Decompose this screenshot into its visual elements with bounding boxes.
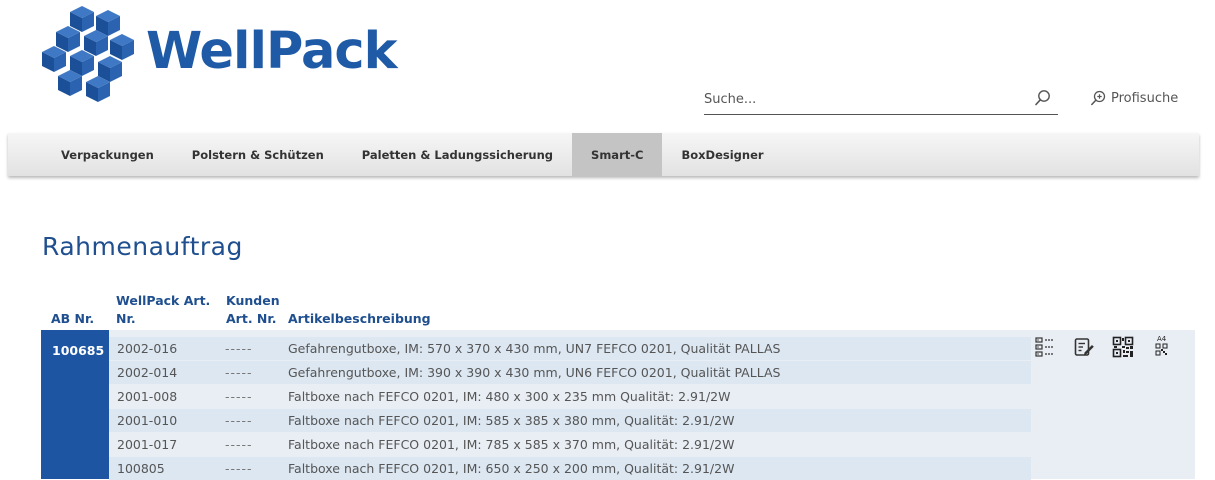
description-cell: Faltboxe nach FEFCO 0201, IM: 585 x 385 …: [288, 413, 735, 428]
a4-label: A4: [1157, 335, 1167, 343]
header-kunden-line1: Kunden: [226, 293, 280, 308]
table-row[interactable]: 2001-010 ----- Faltboxe nach FEFCO 0201,…: [109, 409, 1031, 432]
barcode-list-icon: [1035, 337, 1054, 357]
art-nr-cell: 100805: [117, 461, 165, 476]
qr-code-button[interactable]: [1110, 334, 1136, 360]
a4-qr-code-button[interactable]: A4: [1149, 334, 1175, 360]
search-icon[interactable]: [1034, 89, 1052, 107]
header-kunden-line2: Art. Nr.: [226, 311, 277, 326]
table-row[interactable]: 2002-014 ----- Gefahrengutboxe, IM: 390 …: [109, 361, 1031, 384]
art-nr-cell: 2002-016: [117, 341, 178, 356]
description-cell: Faltboxe nach FEFCO 0201, IM: 650 x 250 …: [288, 461, 735, 476]
art-nr-cell: 2001-010: [117, 413, 178, 428]
description-cell: Gefahrengutboxe, IM: 570 x 370 x 430 mm,…: [288, 341, 781, 356]
description-cell: Gefahrengutboxe, IM: 390 x 390 x 430 mm,…: [288, 365, 781, 380]
page-title: Rahmenauftrag: [42, 232, 243, 261]
header-wellpack-art-line1: WellPack Art.: [116, 293, 211, 308]
order-table: 100685 2002-016 ----- Gefahrengutboxe, I…: [41, 330, 1195, 480]
qr-code-icon: [1112, 336, 1134, 358]
wellpack-logo[interactable]: WellPack: [40, 6, 410, 106]
header-artikelbeschreibung: Artikelbeschreibung: [288, 311, 431, 326]
table-row[interactable]: 2001-008 ----- Faltboxe nach FEFCO 0201,…: [109, 385, 1031, 408]
kunden-art-nr-cell: -----: [225, 437, 253, 452]
kunden-art-nr-cell: -----: [225, 341, 253, 356]
profisuche-link[interactable]: Profisuche: [1090, 90, 1178, 106]
nav-item-boxdesigner[interactable]: BoxDesigner: [662, 133, 782, 176]
edit-document-button[interactable]: [1071, 334, 1097, 360]
table-row[interactable]: 2002-016 ----- Gefahrengutboxe, IM: 570 …: [109, 337, 1031, 360]
table-row[interactable]: 2001-017 ----- Faltboxe nach FEFCO 0201,…: [109, 433, 1031, 456]
main-navigation: Verpackungen Polstern & Schützen Palette…: [8, 133, 1199, 176]
barcode-list-button[interactable]: [1032, 334, 1058, 360]
search-bar: [704, 84, 1058, 115]
a4-qr-code-icon: A4: [1155, 335, 1168, 356]
edit-document-icon: [1074, 338, 1094, 356]
nav-item-smart-c[interactable]: Smart-C: [572, 133, 663, 176]
ab-number-cell[interactable]: 100685: [41, 330, 109, 479]
table-row[interactable]: 100805 ----- Faltboxe nach FEFCO 0201, I…: [109, 457, 1031, 480]
zoom-search-icon: [1091, 90, 1106, 106]
kunden-art-nr-cell: -----: [225, 365, 253, 380]
nav-item-paletten-ladungssicherung[interactable]: Paletten & Ladungssicherung: [343, 133, 572, 176]
header-ab-nr: AB Nr.: [51, 311, 95, 326]
header-wellpack-art-line2: Nr.: [116, 311, 136, 326]
nav-item-polstern-schuetzen[interactable]: Polstern & Schützen: [173, 133, 343, 176]
art-nr-cell: 2001-008: [117, 389, 178, 404]
nav-item-verpackungen[interactable]: Verpackungen: [8, 133, 173, 176]
description-cell: Faltboxe nach FEFCO 0201, IM: 785 x 585 …: [288, 437, 735, 452]
profisuche-label: Profisuche: [1111, 90, 1179, 106]
kunden-art-nr-cell: -----: [225, 461, 253, 476]
logo-cubes-icon: [42, 6, 134, 102]
art-nr-cell: 2002-014: [117, 365, 178, 380]
kunden-art-nr-cell: -----: [225, 389, 253, 404]
kunden-art-nr-cell: -----: [225, 413, 253, 428]
row-actions: A4: [1032, 334, 1175, 360]
art-nr-cell: 2001-017: [117, 437, 178, 452]
description-cell: Faltboxe nach FEFCO 0201, IM: 480 x 300 …: [288, 389, 731, 404]
brand-name: WellPack: [146, 22, 398, 81]
search-input[interactable]: [704, 88, 1024, 110]
